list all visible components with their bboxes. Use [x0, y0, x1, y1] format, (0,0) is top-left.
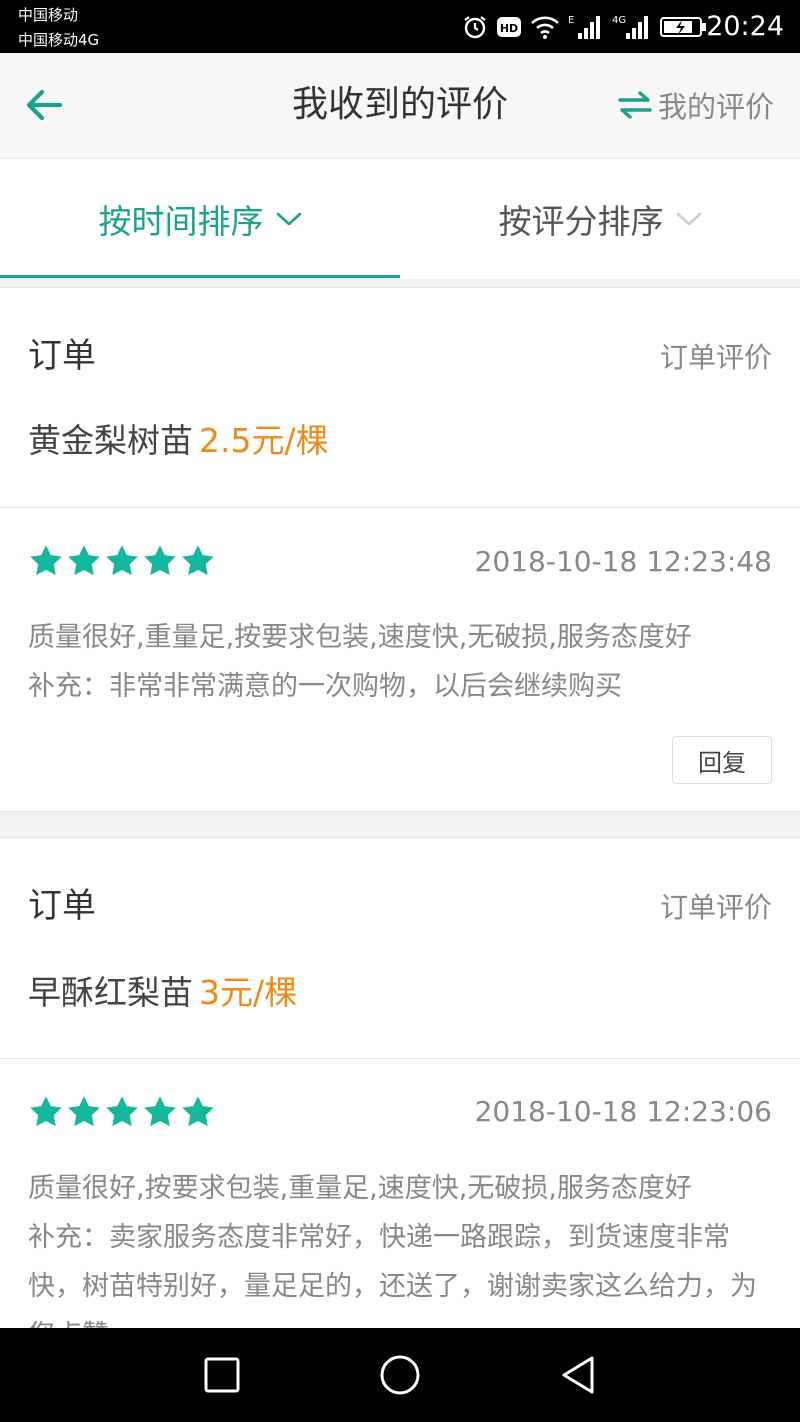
- star-icon: [68, 545, 100, 576]
- order-review-link[interactable]: 订单评价: [660, 340, 772, 376]
- star-icon: [68, 1096, 100, 1127]
- hd-icon: HD: [497, 17, 521, 37]
- tab-sort-by-rating[interactable]: 按评分排序: [400, 159, 800, 279]
- tab-sort-by-time[interactable]: 按时间排序: [0, 159, 400, 279]
- review-comment: 补充：非常非常满意的一次购物，以后会继续购买: [28, 671, 622, 702]
- star-icon: [106, 1096, 138, 1127]
- circle-icon: [380, 1355, 420, 1395]
- chevron-down-icon: [676, 212, 701, 226]
- app-header: 我收到的评价 我的评价: [0, 53, 800, 159]
- reply-button[interactable]: 回复: [672, 736, 772, 784]
- wifi-icon: [531, 16, 559, 39]
- star-rating: [28, 543, 216, 579]
- home-button[interactable]: [378, 1353, 422, 1397]
- product-price: 2.5元/棵: [199, 421, 329, 460]
- alarm-icon: [464, 16, 486, 39]
- star-rating: [28, 1094, 216, 1130]
- back-nav-button[interactable]: [556, 1353, 600, 1397]
- review-tags: 质量很好,重量足,按要求包装,速度快,无破损,服务态度好: [28, 622, 692, 653]
- star-icon: [30, 1096, 62, 1127]
- review-date: 2018-10-18 12:23:48: [474, 545, 772, 578]
- order-label: 订单: [28, 886, 96, 926]
- system-nav-bar: [0, 1328, 800, 1422]
- star-icon: [144, 545, 176, 576]
- recents-button[interactable]: [200, 1353, 244, 1397]
- product-name: 黄金梨树苗: [28, 421, 193, 460]
- signal-e-icon: E: [568, 15, 600, 39]
- chevron-down-icon: [276, 212, 301, 226]
- order-label: 订单: [28, 336, 96, 376]
- carrier-secondary: 中国移动4G: [18, 31, 100, 49]
- star-icon: [182, 1096, 214, 1127]
- status-bar: 中国移动 中国移动4G HD E 4G 20:24: [0, 0, 800, 53]
- tab-label: 按时间排序: [98, 202, 264, 241]
- signal-4g-icon: 4G: [612, 15, 648, 39]
- triangle-back-icon: [562, 1356, 594, 1394]
- star-icon: [30, 545, 62, 576]
- review-card: 订单 订单评价 早酥红梨苗 3元/棵 2018-10-18 12:23:06 质量…: [0, 837, 800, 1358]
- my-reviews-switch[interactable]: 我的评价: [618, 85, 774, 125]
- svg-text:E: E: [568, 15, 574, 26]
- review-card: 订单 订单评价 黄金梨树苗 2.5元/棵 2018-10-18 12:23:48 …: [0, 287, 800, 812]
- star-icon: [182, 545, 214, 576]
- swap-arrows-icon: [618, 91, 652, 119]
- star-icon: [106, 545, 138, 576]
- product-line: 早酥红梨苗 3元/棵: [28, 973, 297, 1013]
- tab-label: 按评分排序: [498, 202, 664, 241]
- battery-icon: [660, 17, 706, 37]
- square-icon: [204, 1357, 240, 1393]
- review-date: 2018-10-18 12:23:06: [474, 1095, 772, 1128]
- divider: [0, 1058, 800, 1059]
- order-review-link[interactable]: 订单评价: [660, 890, 772, 926]
- carrier-primary: 中国移动: [18, 6, 79, 24]
- product-line: 黄金梨树苗 2.5元/棵: [28, 421, 329, 461]
- status-icons: HD E 4G: [462, 12, 708, 42]
- sort-tabs: 按时间排序 按评分排序: [0, 159, 800, 279]
- star-icon: [144, 1096, 176, 1127]
- divider: [0, 507, 800, 508]
- clock: 20:24: [706, 11, 784, 42]
- svg-text:4G: 4G: [612, 15, 626, 26]
- active-tab-indicator: [0, 275, 400, 278]
- product-price: 3元/棵: [199, 973, 298, 1012]
- product-name: 早酥红梨苗: [28, 973, 193, 1012]
- switch-label: 我的评价: [657, 90, 774, 124]
- svg-text:HD: HD: [500, 22, 518, 35]
- review-tags: 质量很好,按要求包装,重量足,速度快,无破损,服务态度好: [28, 1173, 692, 1204]
